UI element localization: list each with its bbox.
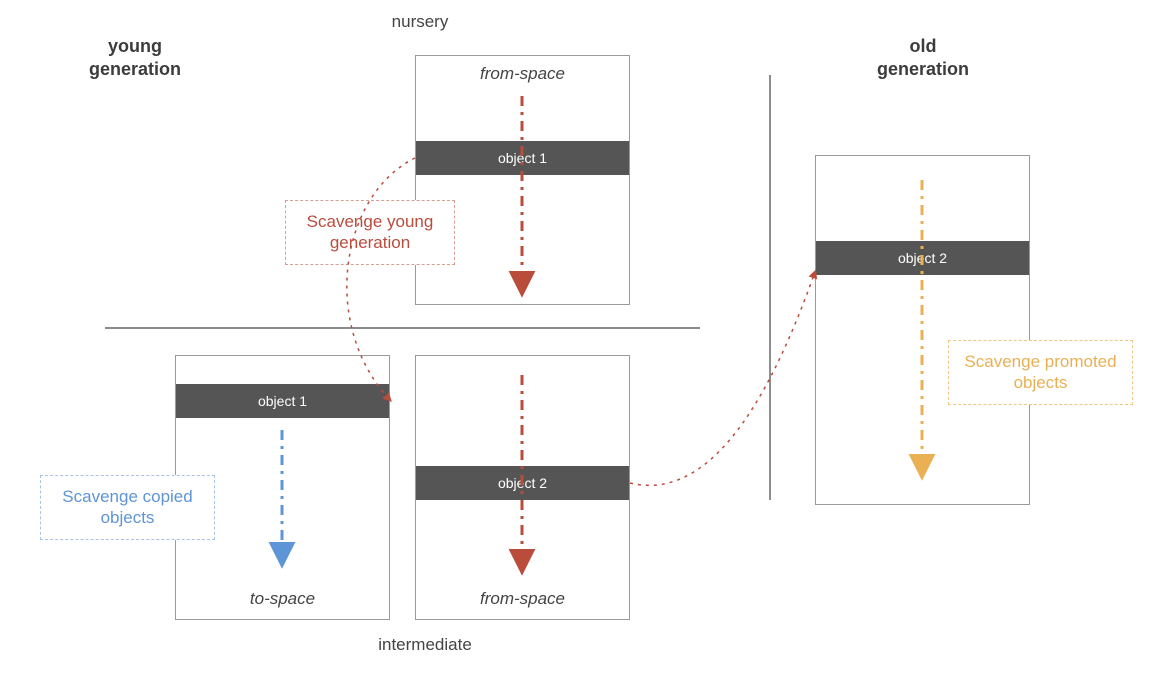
heading-old-generation: oldgeneration — [858, 35, 988, 80]
label-nursery: nursery — [370, 12, 470, 32]
bar-object1-bottom: object 1 — [176, 384, 389, 418]
bar-object1-top-text: object 1 — [498, 150, 547, 166]
bar-object2-old-text: object 2 — [898, 250, 947, 266]
label-to-space: to-space — [176, 589, 389, 609]
bar-object1-top: object 1 — [416, 141, 629, 175]
label-from-space-top: from-space — [416, 64, 629, 84]
box-nursery-from-space: from-space object 1 — [415, 55, 630, 305]
bar-object2-intermediate-text: object 2 — [498, 475, 547, 491]
callout-scavenge-promoted: Scavenge promoted objects — [948, 340, 1133, 405]
bar-object2-old: object 2 — [816, 241, 1029, 275]
callout-scavenge-copied: Scavenge copied objects — [40, 475, 215, 540]
box-intermediate-from-space: object 2 from-space — [415, 355, 630, 620]
bar-object1-bottom-text: object 1 — [258, 393, 307, 409]
heading-old-line1: oldgeneration — [877, 36, 969, 79]
callout-scavenge-young: Scavenge young generation — [285, 200, 455, 265]
bar-object2-intermediate: object 2 — [416, 466, 629, 500]
heading-young-line1: younggeneration — [89, 36, 181, 79]
label-from-space-bottom: from-space — [416, 589, 629, 609]
box-old-generation: object 2 — [815, 155, 1030, 505]
heading-young-generation: younggeneration — [65, 35, 205, 80]
diagram-stage: younggeneration oldgeneration nursery in… — [0, 0, 1160, 680]
label-intermediate: intermediate — [355, 635, 495, 655]
connector-obj2-promote — [630, 272, 815, 485]
